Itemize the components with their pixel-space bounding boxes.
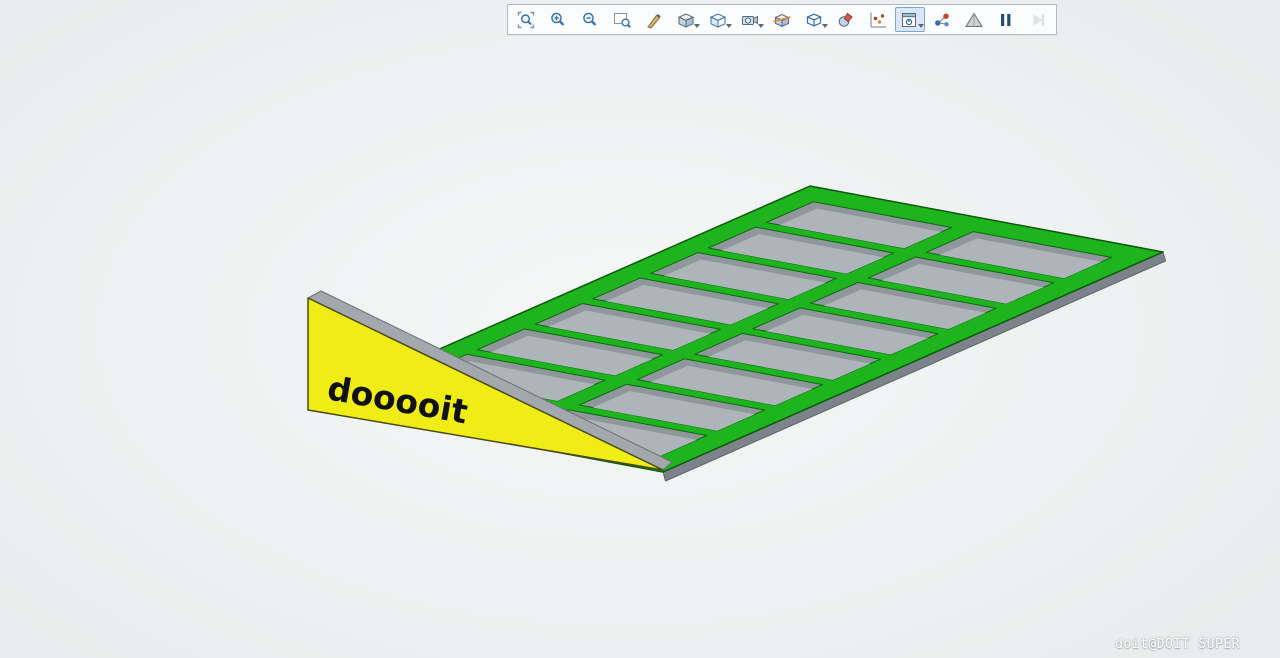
dropdown-caret-icon	[822, 24, 828, 28]
dropdown-caret-icon	[758, 24, 764, 28]
zoom-to-area-icon	[611, 9, 633, 31]
toolbar-button-zoom-out[interactable]	[575, 7, 605, 32]
toolbar-button-pause[interactable]	[991, 7, 1021, 32]
view-toolbar	[507, 4, 1057, 35]
play-icon	[1027, 9, 1049, 31]
toolbar-button-apply-scene[interactable]	[799, 7, 829, 32]
toolbar-button-hide-show-items[interactable]	[735, 7, 765, 32]
toolbar-button-view-settings[interactable]	[895, 7, 925, 32]
mates-icon	[931, 9, 953, 31]
previous-view-icon	[643, 9, 665, 31]
watermark-text: doit@DOIT SUPER	[1115, 637, 1240, 652]
zoom-in-icon	[547, 9, 569, 31]
assembly-visualization-icon	[963, 9, 985, 31]
pause-icon	[995, 9, 1017, 31]
toolbar-button-mates[interactable]	[927, 7, 957, 32]
toolbar-button-section-view[interactable]	[767, 7, 797, 32]
model-canvas[interactable]: dooooit	[0, 0, 1280, 658]
toolbar-button-assembly-visualization[interactable]	[959, 7, 989, 32]
toolbar-button-edit-appearance[interactable]	[831, 7, 861, 32]
toolbar-button-previous-view[interactable]	[639, 7, 669, 32]
zoom-to-fit-icon	[515, 9, 537, 31]
motion-study-icon	[867, 9, 889, 31]
toolbar-button-display-style[interactable]	[703, 7, 733, 32]
edit-appearance-icon	[835, 9, 857, 31]
toolbar-button-motion-study[interactable]	[863, 7, 893, 32]
dropdown-caret-icon	[726, 24, 732, 28]
toolbar-button-zoom-to-fit[interactable]	[511, 7, 541, 32]
toolbar-button-zoom-to-area[interactable]	[607, 7, 637, 32]
zoom-out-icon	[579, 9, 601, 31]
toolbar-button-zoom-in[interactable]	[543, 7, 573, 32]
dropdown-caret-icon	[918, 24, 924, 28]
toolbar-button-view-orientation[interactable]	[671, 7, 701, 32]
dropdown-caret-icon	[694, 24, 700, 28]
graphics-area: dooooit doit@DOIT SUPER	[0, 0, 1280, 658]
section-view-icon	[771, 9, 793, 31]
toolbar-button-play[interactable]	[1023, 7, 1053, 32]
